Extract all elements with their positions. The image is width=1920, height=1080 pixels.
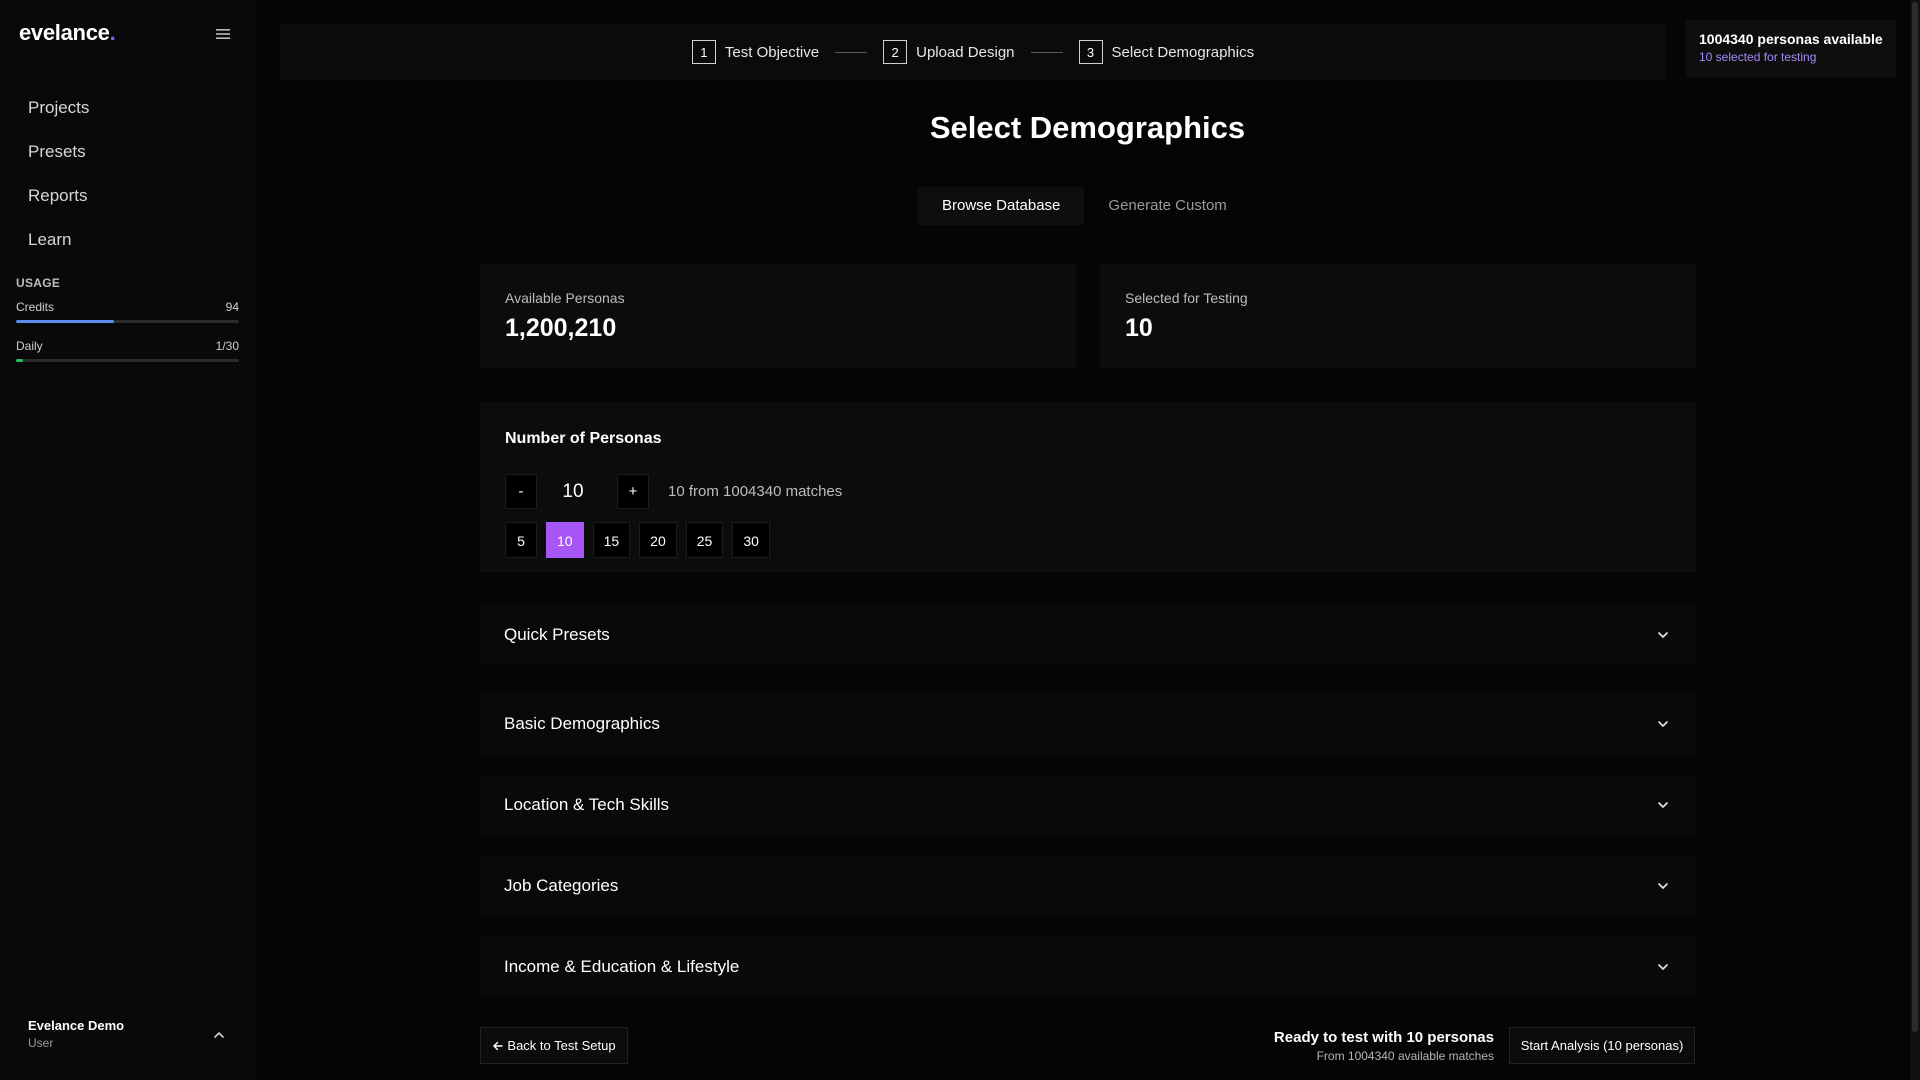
credits-row: Credits 94 [16,300,239,314]
step-connector [1030,51,1063,53]
accordion-quick-presets[interactable]: Quick Presets [480,605,1696,665]
daily-progress-bar [16,359,239,362]
sidebar-nav: Projects Presets Reports Learn [16,88,240,264]
accordion-job-categories[interactable]: Job Categories [480,856,1696,916]
preset-30-button[interactable]: 30 [732,522,770,558]
preset-15-button[interactable]: 15 [592,522,631,558]
persona-count-value[interactable]: 10 [553,474,593,509]
ready-summary: Ready to test with 10 personas From 1004… [1200,1029,1494,1063]
ready-subtitle: From 1004340 available matches [1316,1049,1494,1063]
usage-panel: USAGE Credits 94 Daily 1/30 [16,276,239,378]
chevron-down-icon [1658,964,1668,970]
daily-label: Daily [16,339,43,353]
chevron-down-icon [1658,721,1668,727]
step-select-demographics[interactable]: 3 Select Demographics [1078,40,1255,64]
step-number: 2 [883,40,908,64]
sidebar-item-presets[interactable]: Presets [16,132,240,176]
page-title: Select Demographics [929,110,1246,145]
user-role: User [28,1036,54,1050]
accordion-label: Income & Education & Lifestyle [504,957,740,976]
scrollbar-thumb[interactable] [1912,2,1918,1032]
usage-title: USAGE [16,276,61,290]
selected-personas-value: 10 [1125,314,1153,342]
preset-25-button[interactable]: 25 [685,522,724,558]
credits-value: 94 [225,300,239,314]
tab-browse-database[interactable]: Browse Database [918,187,1085,225]
step-connector [835,51,868,53]
sidebar-item-learn[interactable]: Learn [16,220,240,264]
increment-button[interactable]: + [617,474,649,509]
step-number: 3 [1078,40,1103,64]
daily-row: Daily 1/30 [16,339,239,353]
personas-available-box: 1004340 personas available 10 selected f… [1686,20,1896,78]
daily-progress-fill [16,359,24,362]
step-test-objective[interactable]: 1 Test Objective [691,40,820,64]
accordion-income-education-lifestyle[interactable]: Income & Education & Lifestyle [480,937,1696,997]
progress-stepper: 1 Test Objective 2 Upload Design 3 Selec… [280,24,1666,80]
sidebar-item-reports[interactable]: Reports [16,176,240,220]
credits-label: Credits [16,300,55,314]
preset-20-button[interactable]: 20 [639,522,677,558]
tab-generate-custom[interactable]: Generate Custom [1084,187,1250,225]
available-personas-label: Available Personas [505,290,625,306]
accordion-label: Quick Presets [504,625,610,644]
sidebar-item-projects[interactable]: Projects [16,88,240,132]
credits-progress-fill [16,320,115,323]
accordion-label: Job Categories [504,876,619,895]
arrow-left-icon [493,1041,504,1050]
preset-5-button[interactable]: 5 [505,522,537,558]
ready-title: Ready to test with 10 personas [1273,1029,1494,1046]
chevron-down-icon [1658,883,1668,889]
accordion-location-tech-skills[interactable]: Location & Tech Skills [480,775,1696,835]
hamburger-menu-icon [216,29,230,39]
chevron-down-icon [1658,802,1668,808]
persona-count-panel: Number of Personas - 10 + 10 from 100434… [480,402,1696,572]
chevron-up-icon [214,1032,224,1038]
user-profile[interactable]: Evelance Demo User [28,1018,228,1050]
user-menu-toggle[interactable] [212,1028,226,1042]
selected-personas-label: Selected for Testing [1125,290,1248,306]
selected-personas-card: Selected for Testing 10 [1100,264,1696,368]
chevron-down-icon [1658,632,1668,638]
accordion-basic-demographics[interactable]: Basic Demographics [480,694,1696,754]
step-number: 1 [691,40,716,64]
back-to-test-setup-button[interactable]: Back to Test Setup [480,1027,628,1064]
start-analysis-button[interactable]: Start Analysis (10 personas) [1509,1027,1695,1064]
decrement-button[interactable]: - [505,474,537,509]
accordion-label: Basic Demographics [504,714,660,733]
persona-count-title: Number of Personas [505,430,662,447]
persona-match-text: 10 from 1004340 matches [668,483,843,500]
personas-selected-text: 10 selected for testing [1699,50,1817,64]
persona-preset-row: 5 10 15 20 25 30 [505,522,779,558]
accordion-label: Location & Tech Skills [504,795,670,814]
sidebar: evelance. Projects Presets Reports Learn… [0,0,256,1080]
source-tabs: Browse Database Generate Custom [918,187,1251,225]
back-button-label: Back to Test Setup [507,1038,616,1053]
available-personas-value: 1,200,210 [505,314,617,342]
app-logo[interactable]: evelance. [19,20,116,46]
user-name: Evelance Demo [28,1018,125,1033]
preset-10-button[interactable]: 10 [546,522,584,558]
available-personas-card: Available Personas 1,200,210 [480,264,1076,368]
logo-dot: . [109,20,116,45]
step-label: Select Demographics [1111,43,1255,61]
page-scrollbar[interactable] [1910,0,1920,1080]
step-label: Upload Design [916,43,1015,61]
menu-toggle-button[interactable] [214,24,232,44]
step-label: Test Objective [724,43,820,61]
credits-progress-bar [16,320,239,323]
personas-available-text: 1004340 personas available [1699,31,1883,47]
step-upload-design[interactable]: 2 Upload Design [883,40,1015,64]
daily-value: 1/30 [215,339,239,353]
logo-text: evelance [19,20,110,45]
